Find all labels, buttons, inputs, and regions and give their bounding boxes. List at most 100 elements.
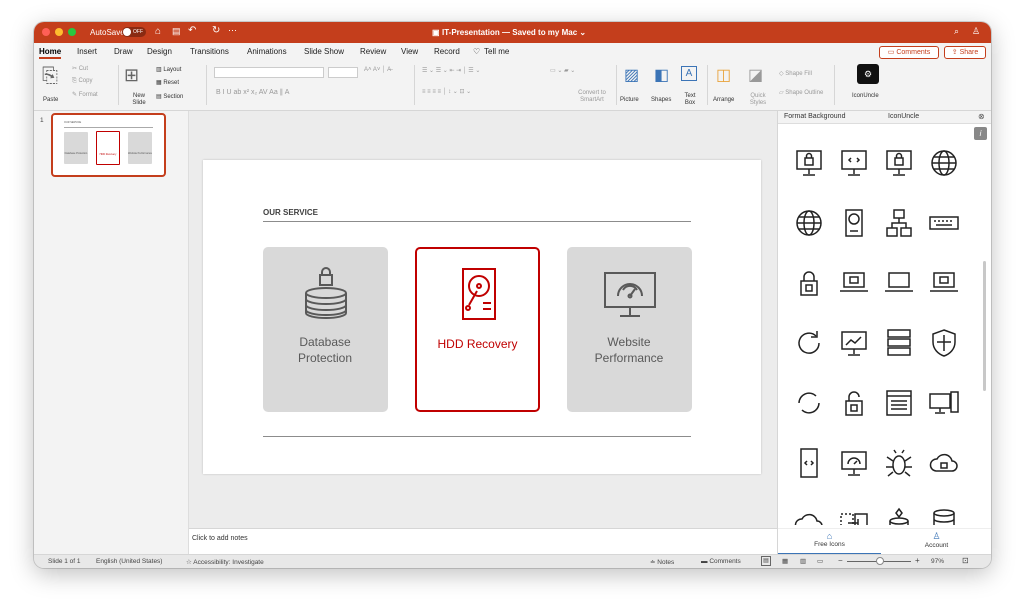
server-icon[interactable] [881,325,917,361]
server-stack-icon[interactable] [926,505,962,525]
tablet-code-icon[interactable] [791,445,827,481]
slideshow-icon[interactable]: ▭ [817,557,823,565]
partial-icon[interactable] [926,125,962,131]
fit-to-window-icon[interactable]: ⊡ [962,556,969,565]
tab-view[interactable]: View [401,47,418,56]
align-buttons[interactable]: ≡ ≡ ≡ ≡ │ ↕ ⌄ ⊡ ⌄ [422,88,471,95]
card-database-protection[interactable]: Database Protection [263,247,388,412]
tab-review[interactable]: Review [360,47,386,56]
tab-design[interactable]: Design [147,47,172,56]
arrange-button[interactable]: Arrange [713,97,734,103]
slide-thumbnail[interactable]: OUR SERVICE Database Protection HDD Reco… [51,113,166,177]
tab-record[interactable]: Record [434,47,460,56]
tab-format-background[interactable]: Format Background [784,113,845,120]
padlock-icon[interactable] [791,265,827,301]
new-slide-button[interactable]: New Slide [128,93,150,107]
close-panel-icon[interactable]: ⊗ [978,112,985,121]
tab-transitions[interactable]: Transitions [190,47,229,56]
more-icon[interactable]: ⋯ [228,25,237,36]
laptop-lock-icon[interactable] [926,265,962,301]
smartart-icon[interactable]: ▭ ⌄ ▰ ⌄ [550,67,575,74]
paste-button[interactable]: Paste [43,97,58,103]
iconuncle-button[interactable]: IconUncle [852,93,879,99]
picture-button[interactable]: Picture [620,97,639,103]
minimize-window-button[interactable] [55,28,63,36]
close-window-button[interactable] [42,28,50,36]
font-size-buttons[interactable]: A˄ A˅ │ A̶ [364,67,391,73]
shapes-button[interactable]: Shapes [651,97,671,103]
card-website-performance[interactable]: Website Performance [567,247,692,412]
zoom-slider-thumb[interactable] [876,557,884,565]
accessibility-status[interactable]: ☆ Accessibility: Investigate [186,558,264,566]
paste-icon[interactable]: ⎘ [42,65,58,88]
section-button[interactable]: ▤ Section [156,93,183,100]
partial-icon[interactable] [881,125,917,131]
notes-pane[interactable]: Click to add notes [189,528,777,554]
layout-button[interactable]: ▥ Layout [156,66,181,73]
tab-iconuncle[interactable]: IconUncle [888,113,919,120]
info-icon[interactable]: i [974,127,987,140]
font-size-select[interactable] [328,67,358,78]
network-icon[interactable] [881,205,917,241]
free-icons-tab[interactable]: ⌂ Free Icons [778,529,881,555]
notes-toggle[interactable]: ≐ Notes [650,558,674,566]
document-title[interactable]: IT-Presentation — Saved to my Mac ⌄ [442,28,586,37]
reset-button[interactable]: ▦ Reset [156,79,179,86]
picture-icon[interactable]: ▨ [624,65,639,85]
language-status[interactable]: English (United States) [96,558,162,565]
format-painter-button[interactable]: ✎ Format [72,91,98,98]
redo-icon[interactable]: ↻ [212,25,220,36]
tab-animations[interactable]: Animations [247,47,287,56]
tab-insert[interactable]: Insert [77,47,97,56]
laptop-icon[interactable] [881,265,917,301]
monitor-lock-icon[interactable] [791,145,827,181]
text-box-icon[interactable]: A [681,66,697,81]
tab-draw[interactable]: Draw [114,47,133,56]
unlocked-icon[interactable] [836,385,872,421]
zoom-out-button[interactable]: − [838,556,843,565]
font-family-select[interactable] [214,67,324,78]
refresh-icon[interactable] [791,325,827,361]
account-icon[interactable]: ♙ [972,26,980,37]
tab-home[interactable]: Home [39,47,62,59]
zoom-level[interactable]: 97% [931,558,944,565]
home-icon[interactable]: ⌂ [155,26,161,37]
shape-outline-button[interactable]: ▱ Shape Outline [779,89,823,96]
globe-icon[interactable] [926,145,962,181]
globe-icon[interactable] [791,205,827,241]
list-buttons[interactable]: ☰ ⌄ ☰ ⌄ ⇤ ⇥ │ ☰ ⌄ [422,67,480,74]
partial-icon[interactable] [836,125,872,131]
iconuncle-logo-icon[interactable]: ⚙ [857,64,879,84]
arrange-icon[interactable]: ◫ [716,65,731,85]
monitor-gauge-icon[interactable] [836,445,872,481]
reading-view-icon[interactable]: ▥ [800,557,806,565]
copy-button[interactable]: ⎘ Copy [72,78,92,85]
database-icon[interactable] [881,505,917,525]
search-icon[interactable]: ⌕ [954,26,959,37]
new-slide-icon[interactable]: ⊞ [124,65,139,86]
browser-window-icon[interactable] [881,385,917,421]
monitor-code-icon[interactable] [836,145,872,181]
monitor-chart-icon[interactable] [836,325,872,361]
tell-me-search[interactable]: Tell me [484,47,509,56]
text-box-button[interactable]: Text Box [682,93,698,107]
panel-scrollbar[interactable] [983,261,986,391]
comments-button[interactable]: ▭ Comments [879,46,939,59]
file-transfer-icon[interactable] [836,505,872,525]
slide-heading[interactable]: OUR SERVICE [263,208,318,217]
normal-view-icon[interactable]: ▤ [761,556,771,566]
comments-toggle[interactable]: ▬ Comments [701,558,741,565]
slide-sorter-icon[interactable]: ▦ [782,557,788,565]
cloud-lock-icon[interactable] [926,445,962,481]
card-hdd-recovery[interactable]: HDD Recovery [415,247,540,412]
undo-icon[interactable]: ↶ [188,25,196,36]
account-tab[interactable]: ♙ Account [885,529,988,555]
notes-placeholder[interactable]: Click to add notes [192,535,248,542]
save-icon[interactable]: ▤ [172,26,181,37]
tab-slide-show[interactable]: Slide Show [304,47,344,56]
keyboard-icon[interactable] [926,205,962,241]
cut-button[interactable]: ✂ Cut [72,65,88,72]
monitor-lock-icon[interactable] [881,145,917,181]
zoom-window-button[interactable] [68,28,76,36]
hard-drive-icon[interactable] [836,205,872,241]
